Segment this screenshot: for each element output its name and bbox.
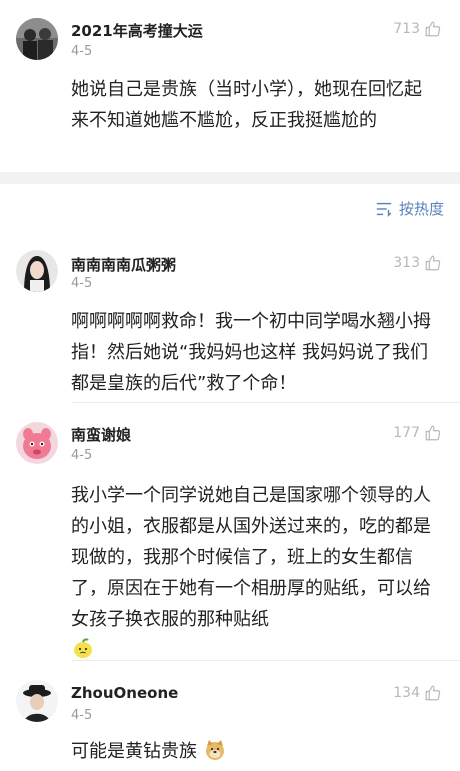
comment-date: 4-5 xyxy=(71,276,93,291)
sort-label: 按热度 xyxy=(398,200,444,218)
like-count: 313 xyxy=(393,255,420,271)
avatar[interactable] xyxy=(16,680,58,722)
like-button[interactable]: 134 xyxy=(393,684,442,702)
thumbs-up-icon xyxy=(424,254,442,272)
username[interactable]: 南南南南瓜粥粥 xyxy=(71,254,176,275)
username[interactable]: 南蛮谢娘 xyxy=(71,424,131,445)
comment-text-content: 我小学一个同学说她自己是国家哪个领导的人的小姐，衣服都是从国外送过来的，吃的都是… xyxy=(71,485,431,630)
divider xyxy=(71,660,460,661)
thumbs-up-icon xyxy=(424,424,442,442)
comment-item: ZhouOneone 4-5 134 可能是黄钻贵族 xyxy=(0,662,460,771)
like-count: 177 xyxy=(393,425,420,441)
username[interactable]: 2021年高考撞大运 xyxy=(71,20,203,41)
avatar[interactable] xyxy=(16,250,58,292)
comment-date: 4-5 xyxy=(71,708,93,723)
comment-text: 她说自己是贵族（当时小学），她现在回忆起来不知道她尴不尴尬，反正我挺尴尬的 xyxy=(71,79,422,131)
comment-text: 可能是黄钻贵族 xyxy=(71,736,432,767)
sort-lines-icon xyxy=(375,200,393,218)
like-count: 134 xyxy=(393,685,420,701)
comment-text: 啊啊啊啊啊救命！我一个初中同学喝水翘小拇指！然后她说“我妈妈也这样 我妈妈说了我… xyxy=(71,311,431,394)
like-button[interactable]: 713 xyxy=(393,20,442,38)
divider xyxy=(71,402,460,403)
comment-item: 2021年高考撞大运 4-5 713 她说自己是贵族（当时小学），她现在回忆起来… xyxy=(0,0,460,172)
section-separator xyxy=(0,172,460,184)
comment-item: 南南南南瓜粥粥 4-5 313 啊啊啊啊啊救命！我一个初中同学喝水翘小拇指！然后… xyxy=(0,236,460,404)
comment-date: 4-5 xyxy=(71,44,93,59)
thumbs-up-icon xyxy=(424,20,442,38)
like-button[interactable]: 177 xyxy=(393,424,442,442)
lemon-face-emoji xyxy=(71,637,95,661)
comment-text: 我小学一个同学说她自己是国家哪个领导的人的小姐，衣服都是从国外送过来的，吃的都是… xyxy=(71,480,432,666)
comment-item: 南蛮谢娘 4-5 177 我小学一个同学说她自己是国家哪个领导的人的小姐，衣服都… xyxy=(0,404,460,662)
comment-date: 4-5 xyxy=(71,448,93,463)
sort-by-popularity-button[interactable]: 按热度 xyxy=(375,198,444,219)
avatar[interactable] xyxy=(16,422,58,464)
username[interactable]: ZhouOneone xyxy=(71,684,178,702)
thumbs-up-icon xyxy=(424,684,442,702)
avatar[interactable] xyxy=(16,18,58,60)
comment-text-content: 可能是黄钻贵族 xyxy=(71,741,197,762)
doge-emoji xyxy=(203,738,227,762)
like-button[interactable]: 313 xyxy=(393,254,442,272)
like-count: 713 xyxy=(393,21,420,37)
